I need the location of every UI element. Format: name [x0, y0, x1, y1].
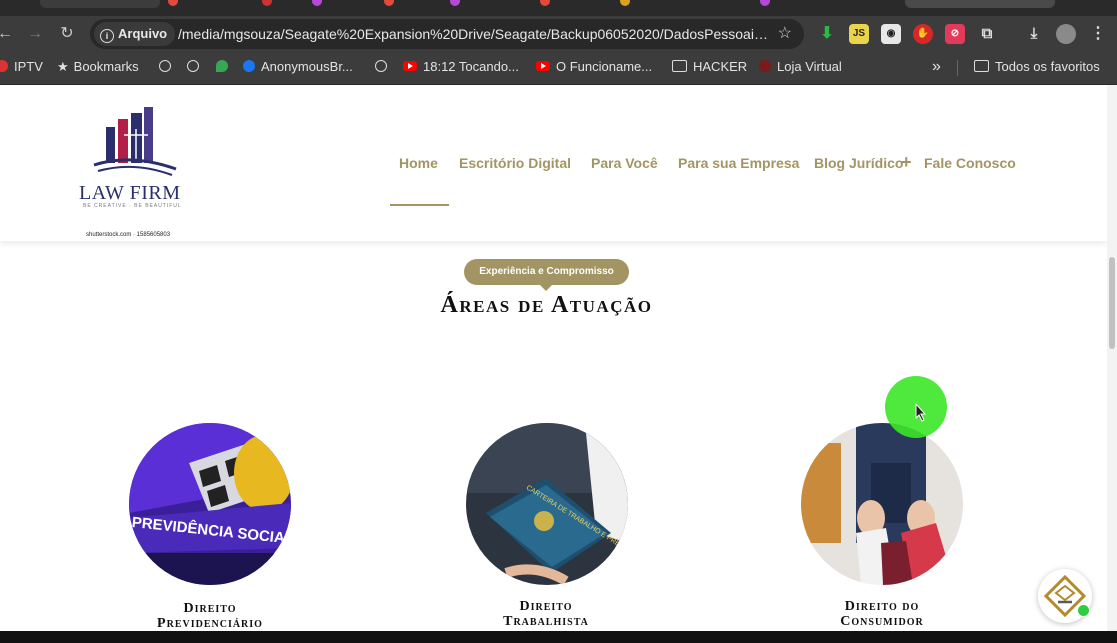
tab-favicon-icon: [620, 0, 630, 6]
section-title: Áreas de Atuação: [440, 292, 653, 318]
tab-favicon-icon: [450, 0, 460, 6]
law-firm-emblem-icon: [93, 107, 177, 176]
globe-icon: [375, 60, 387, 72]
address-bar[interactable]: i Arquivo /media/mgsouza/Seagate%20Expans…: [90, 19, 804, 49]
bookmark-youtube-tocando[interactable]: 18:12 Tocando...: [403, 52, 519, 84]
download-arrow-extension-icon[interactable]: ⬇: [817, 24, 837, 44]
card-title-previdenciario[interactable]: Direito Previdenciário: [90, 601, 330, 631]
tab[interactable]: [40, 0, 160, 8]
scrollbar-thumb[interactable]: [1109, 257, 1115, 349]
site-header: LAW FIRM BE CREATIVE · BE BEAUTIFUL shut…: [0, 85, 1107, 241]
maps-pin-icon: [216, 60, 228, 72]
chat-widget-button[interactable]: [1038, 569, 1092, 623]
tab-favicon-icon: [384, 0, 394, 6]
bookmark-anonymousbr[interactable]: AnonymousBr...: [243, 52, 353, 84]
bookmarks-divider: [957, 60, 958, 76]
browser-toolbar: ← → ↻ i Arquivo /media/mgsouza/Seagate%20…: [0, 16, 1117, 52]
law-firm-logo[interactable]: LAW FIRM BE CREATIVE · BE BEAUTIFUL shut…: [76, 105, 186, 238]
active-tab[interactable]: [905, 0, 1055, 8]
youtube-icon: [536, 61, 550, 71]
globe-icon: [187, 60, 199, 72]
forward-icon[interactable]: →: [24, 23, 46, 45]
nav-fale-conosco[interactable]: Fale Conosco: [924, 155, 1016, 171]
iptv-icon: [0, 60, 8, 72]
logo-tagline: BE CREATIVE · BE BEAUTIFUL: [83, 203, 182, 209]
youtube-icon: [403, 61, 417, 71]
card-image-previdenciario[interactable]: PREVIDÊNCIA SOCIAL: [129, 423, 291, 585]
tab-favicon-icon: [312, 0, 322, 6]
tab-favicon-icon: [540, 0, 550, 6]
shopping-bags-photo: [801, 423, 963, 585]
block-extension-icon[interactable]: ⊘: [945, 24, 965, 44]
previdencia-social-photo: PREVIDÊNCIA SOCIAL: [129, 423, 291, 585]
nav-home[interactable]: Home: [399, 155, 438, 171]
card-title-trabalhista[interactable]: Direito Trabalhista: [426, 599, 666, 629]
bookmark-maps[interactable]: [216, 52, 234, 84]
bookmark-loja-virtual[interactable]: Loja Virtual: [759, 52, 842, 84]
downloads-icon[interactable]: ⤓: [1024, 24, 1044, 44]
js-extension-icon[interactable]: JS: [849, 24, 869, 44]
active-nav-indicator: [390, 204, 449, 206]
logo-brand-text: LAW FIRM: [79, 182, 181, 204]
globe-icon: [159, 60, 171, 72]
page-scrollbar[interactable]: [1107, 85, 1117, 643]
nav-para-sua-empresa[interactable]: Para sua Empresa: [678, 155, 799, 171]
tab-favicon-icon: [168, 0, 178, 6]
card-title-consumidor[interactable]: Direito do Consumidor: [762, 599, 1002, 629]
nav-blog-juridico[interactable]: Blog Jurídico: [814, 155, 903, 171]
carteira-de-trabalho-photo: CARTEIRA DE TRABALHO E PREVIDÊNCIA SOCIA…: [466, 423, 628, 585]
bookmark-globe-2[interactable]: [187, 52, 205, 84]
menu-kebab-icon[interactable]: ⋮: [1088, 24, 1108, 44]
bookmark-bookmarks[interactable]: ★ Bookmarks: [57, 52, 139, 84]
tab-favicon-icon: [262, 0, 272, 6]
section-badge: Experiência e Compromisso: [464, 259, 629, 291]
cursor-highlight: [885, 376, 947, 438]
extensions-puzzle-icon[interactable]: ⧉: [977, 24, 997, 44]
back-icon[interactable]: ←: [0, 23, 16, 45]
folder-icon: [672, 60, 687, 72]
all-bookmarks-folder[interactable]: Todos os favoritos: [974, 52, 1100, 84]
loja-icon: [759, 60, 771, 72]
card-image-trabalhista[interactable]: CARTEIRA DE TRABALHO E PREVIDÊNCIA SOCIA…: [466, 423, 628, 585]
bookmarks-bar: IPTV ★ Bookmarks AnonymousBr... 18:12 Toc…: [0, 52, 1117, 85]
online-status-dot: [1077, 604, 1090, 617]
bookmark-globe-1[interactable]: [159, 52, 177, 84]
bookmark-globe-3[interactable]: [375, 52, 393, 84]
bookmark-folder-hacker[interactable]: HACKER: [672, 52, 747, 84]
site-info-chip[interactable]: i Arquivo: [94, 22, 176, 46]
tab-strip[interactable]: [0, 0, 1117, 16]
stock-caption: shutterstock.com · 1585605803: [86, 232, 171, 238]
info-icon: i: [100, 29, 114, 43]
stop-extension-icon[interactable]: ✋: [913, 24, 933, 44]
submenu-plus-icon[interactable]: +: [901, 152, 912, 173]
bookmarks-overflow-button[interactable]: »: [932, 52, 941, 84]
url-text[interactable]: /media/mgsouza/Seagate%20Expansion%20Dri…: [178, 19, 774, 49]
bookmark-star-icon[interactable]: ☆: [778, 19, 792, 49]
card-image-consumidor[interactable]: [801, 423, 963, 585]
mouse-pointer-icon: [915, 402, 927, 422]
nav-para-voce[interactable]: Para Você: [591, 155, 658, 171]
folder-icon: [974, 60, 989, 72]
bottom-bar: [0, 631, 1117, 643]
facebook-icon: [243, 60, 255, 72]
nav-escritorio-digital[interactable]: Escritório Digital: [459, 155, 571, 171]
star-icon: ★: [57, 59, 69, 74]
camera-extension-icon[interactable]: ◉: [881, 24, 901, 44]
bookmark-youtube-funcionamento[interactable]: O Funcioname...: [536, 52, 652, 84]
tab-favicon-icon: [760, 0, 770, 6]
profile-avatar[interactable]: [1056, 24, 1076, 44]
reload-icon[interactable]: ↻: [56, 23, 78, 45]
bookmark-iptv[interactable]: IPTV: [0, 52, 43, 84]
